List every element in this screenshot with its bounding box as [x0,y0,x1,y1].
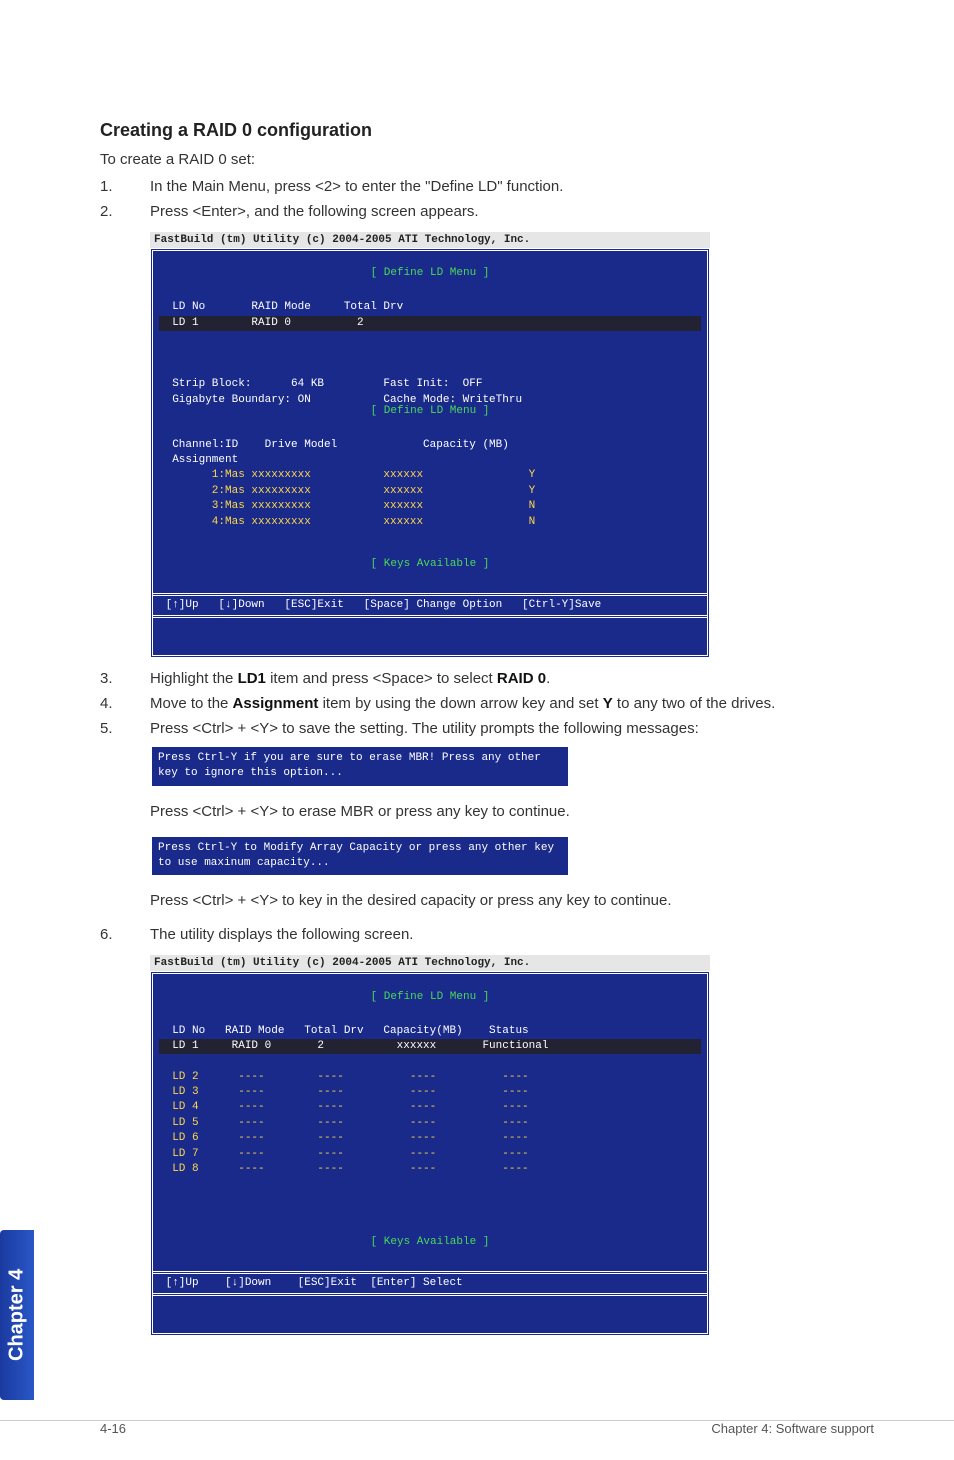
chapter-tab: Chapter 4 [0,1230,34,1400]
step-number-3: 3. [100,668,120,689]
table-row: LD 6 ---- ---- ---- ---- [159,1132,529,1144]
keys-hint: [↑]Up [↓]Down [ESC]Exit [Enter] Select [159,1277,463,1289]
table-row: LD 5 ---- ---- ---- ---- [159,1117,529,1129]
text: to any two of the drives. [613,695,776,712]
table-row: LD 7 ---- ---- ---- ---- [159,1148,529,1160]
step-6-text: The utility displays the following scree… [150,924,874,945]
drive-header: Channel:ID Drive Model Capacity (MB) [159,439,509,451]
bold-text: LD1 [238,670,266,687]
menu-label: [ Define LD Menu ] [153,404,707,420]
step-number-2: 2. [100,201,120,222]
bold-text: Y [603,695,613,712]
step-number-5: 5. [100,718,120,739]
table-row: LD 4 ---- ---- ---- ---- [159,1101,529,1113]
table-header-row: LD No RAID Mode Total Drv Capacity(MB) S… [159,1025,529,1037]
drive-row: 2:Mas xxxxxxxxx xxxxxx Y [159,485,535,497]
step-5-text: Press <Ctrl> + <Y> to save the setting. … [150,718,874,739]
terminal-title: FastBuild (tm) Utility (c) 2004-2005 ATI… [150,955,710,971]
step-1-text: In the Main Menu, press <2> to enter the… [150,176,874,197]
menu-label: [ Define LD Menu ] [153,266,707,282]
keys-label: [ Keys Available ] [153,557,707,573]
step-number-1: 1. [100,176,120,197]
drive-row: 4:Mas xxxxxxxxx xxxxxx N [159,516,535,528]
message-box-2: Press Ctrl-Y to Modify Array Capacity or… [150,835,570,878]
selected-row: LD 1 RAID 0 2 [159,316,701,331]
instruction-text: Press <Ctrl> + <Y> to key in the desired… [150,892,874,909]
text: item and press <Space> to select [266,670,497,687]
drive-assignment-label: Assignment [159,454,238,466]
bold-text: RAID 0 [497,670,546,687]
text: Move to the [150,695,233,712]
terminal-title: FastBuild (tm) Utility (c) 2004-2005 ATI… [150,232,710,248]
keys-label: [ Keys Available ] [153,1235,707,1251]
step-4-text: Move to the Assignment item by using the… [150,693,874,714]
text: . [546,670,550,687]
section-heading: Creating a RAID 0 configuration [100,120,874,141]
step-3-text: Highlight the LD1 item and press <Space>… [150,668,874,689]
terminal-screenshot-2: FastBuild (tm) Utility (c) 2004-2005 ATI… [150,955,710,1336]
lead-text: To create a RAID 0 set: [100,151,874,168]
drive-row: 1:Mas xxxxxxxxx xxxxxx Y [159,469,535,481]
table-row: LD 2 ---- ---- ---- ---- [159,1071,529,1083]
config-line: Strip Block: 64 KB Fast Init: OFF [159,378,482,390]
message-text: Press Ctrl-Y if you are sure to erase MB… [150,745,570,788]
text: item by using the down arrow key and set [318,695,602,712]
terminal-screenshot-1: FastBuild (tm) Utility (c) 2004-2005 ATI… [150,232,710,658]
step-number-6: 6. [100,924,120,945]
menu-label: [ Define LD Menu ] [153,990,707,1006]
bold-text: Assignment [233,695,319,712]
message-text: Press Ctrl-Y to Modify Array Capacity or… [150,835,570,878]
table-row: LD 8 ---- ---- ---- ---- [159,1163,529,1175]
message-box-1: Press Ctrl-Y if you are sure to erase MB… [150,745,570,788]
instruction-text: Press <Ctrl> + <Y> to erase MBR or press… [150,803,874,820]
selected-row: LD 1 RAID 0 2 xxxxxx Functional [159,1039,701,1054]
drive-row: 3:Mas xxxxxxxxx xxxxxx N [159,500,535,512]
step-2-text: Press <Enter>, and the following screen … [150,201,874,222]
step-number-4: 4. [100,693,120,714]
table-header-row: LD No RAID Mode Total Drv [159,301,403,313]
keys-hint: [↑]Up [↓]Down [ESC]Exit [Space] Change O… [159,599,601,611]
text: Highlight the [150,670,238,687]
table-row: LD 3 ---- ---- ---- ---- [159,1086,529,1098]
